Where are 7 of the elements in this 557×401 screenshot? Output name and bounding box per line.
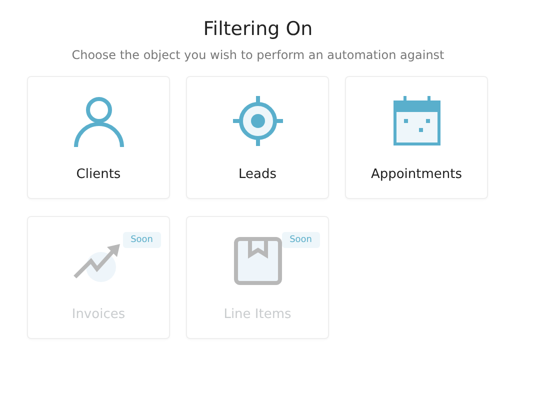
page-subtitle: Choose the object you wish to perform an automation against	[70, 48, 446, 62]
object-card[interactable]: Leads	[186, 76, 329, 199]
soon-badge: Soon	[122, 232, 161, 248]
soon-badge: Soon	[282, 232, 320, 248]
object-card[interactable]: Clients	[27, 76, 170, 199]
object-card[interactable]: Appointments	[345, 76, 488, 199]
page-title: Filtering On	[202, 18, 314, 40]
